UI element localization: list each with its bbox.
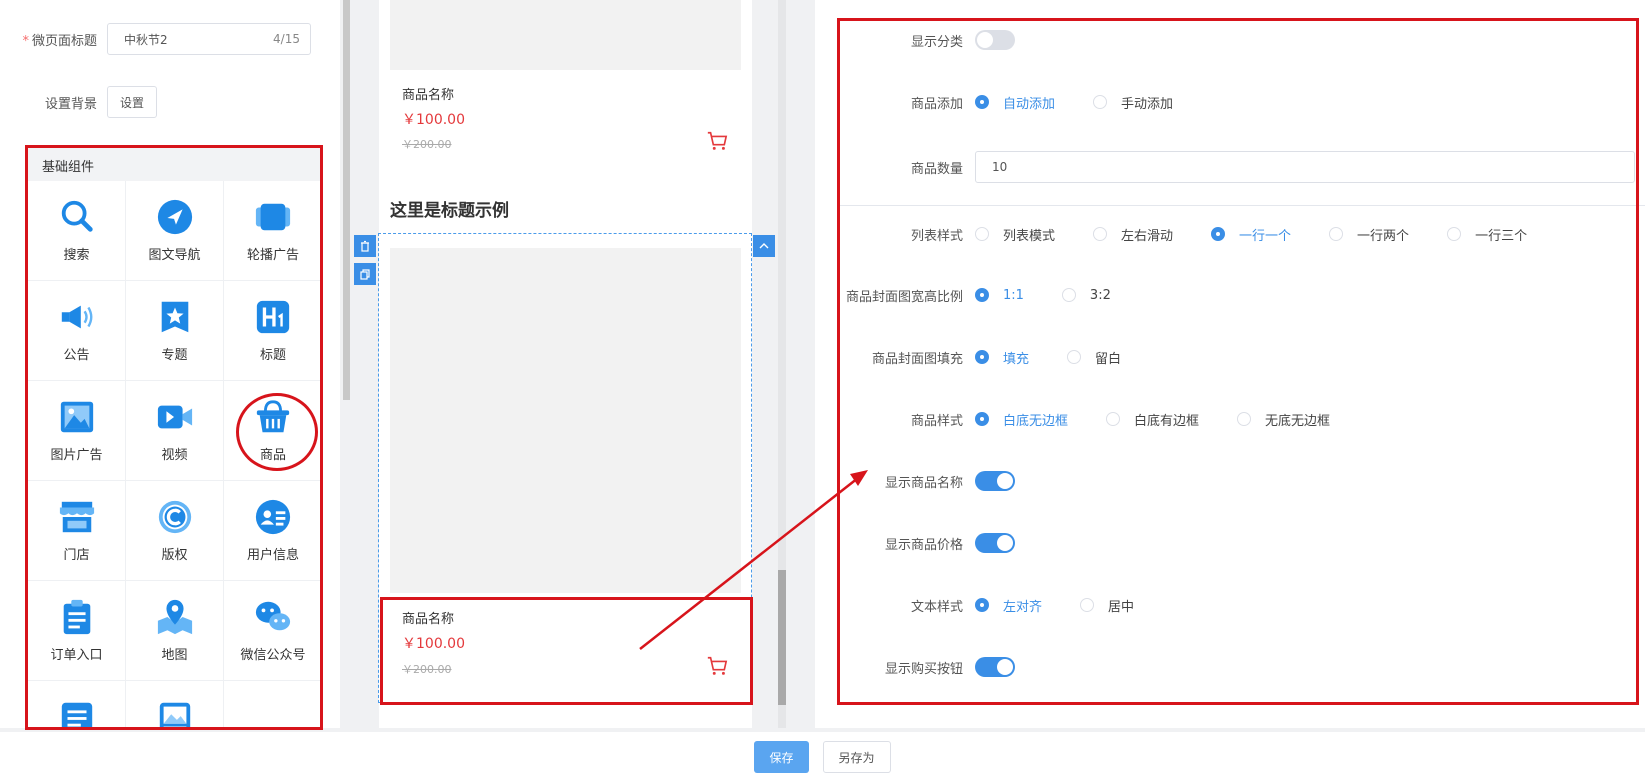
component-article[interactable] [28,681,126,727]
section-title: 这里是标题示例 [390,201,509,221]
component-user-info[interactable]: 用户信息 [224,481,320,581]
component-carousel[interactable]: 轮播广告 [224,181,320,281]
component-order-entry[interactable]: 订单入口 [28,581,126,681]
scrollbar-thumb[interactable] [778,570,786,705]
component-navigation[interactable]: 图文导航 [126,181,224,281]
title-row: * 微页面标题 中秋节2 4/15 [0,23,311,55]
heading-icon [256,300,290,334]
megaphone-icon [61,305,92,329]
component-search[interactable]: 搜索 [28,181,126,281]
navigation-icon [157,199,192,235]
product-image-placeholder [390,248,741,593]
cart-icon[interactable] [706,130,728,152]
chevron-up-icon[interactable] [753,235,775,257]
user-card-icon [255,499,291,535]
component-palette: 基础组件 搜索 图文导航 轮播广告 公告 专题 标题 图片广告 视频 商品 门店… [25,145,323,730]
picture-icon [159,702,190,727]
video-icon [157,405,192,429]
component-topic[interactable]: 专题 [126,281,224,381]
clipboard-icon [63,599,90,635]
highlight-box [837,18,1639,705]
title-label: * 微页面标题 [22,33,97,49]
background-label: 设置背景 [44,96,97,112]
background-row: 设置背景 设置 [0,86,158,118]
save-button[interactable]: 保存 [754,741,809,773]
map-icon [157,599,192,635]
component-image-ad[interactable]: 图片广告 [28,381,126,481]
component-store[interactable]: 门店 [28,481,126,581]
title-value: 中秋节2 [124,32,168,47]
product-price: ￥100.00 [402,112,465,128]
article-icon [61,702,92,727]
wechat-icon [255,601,291,631]
component-product[interactable]: 商品 [224,381,320,481]
product-image-placeholder [390,0,741,70]
product-name: 商品名称 [402,88,455,103]
title-count: 4/15 [273,32,300,46]
left-scrollbar[interactable] [343,0,350,400]
component-notice[interactable]: 公告 [28,281,126,381]
component-wechat[interactable]: 微信公众号 [224,581,320,681]
preview-scrollbar[interactable] [778,0,786,728]
carousel-icon [255,203,291,231]
component-empty [224,681,320,727]
save-as-button[interactable]: 另存为 [822,741,891,773]
component-picture[interactable] [126,681,224,727]
image-icon [60,401,93,433]
component-video[interactable]: 视频 [126,381,224,481]
product-old-price: ￥200.00 [402,138,452,151]
component-copyright[interactable]: 版权 [126,481,224,581]
palette-header: 基础组件 [28,148,320,181]
title-input[interactable]: 中秋节2 4/15 [107,23,311,55]
set-background-button[interactable]: 设置 [107,86,158,118]
component-map[interactable]: 地图 [126,581,224,681]
copyright-icon [158,500,191,534]
search-icon [61,200,93,232]
store-icon [59,501,94,533]
highlight-box [380,597,753,705]
footer-bar: 保存 另存为 [0,732,1645,782]
component-heading[interactable]: 标题 [224,281,320,381]
basket-icon [256,400,290,433]
topic-icon [161,301,188,333]
copy-icon[interactable] [354,263,376,285]
delete-icon[interactable] [354,235,376,257]
